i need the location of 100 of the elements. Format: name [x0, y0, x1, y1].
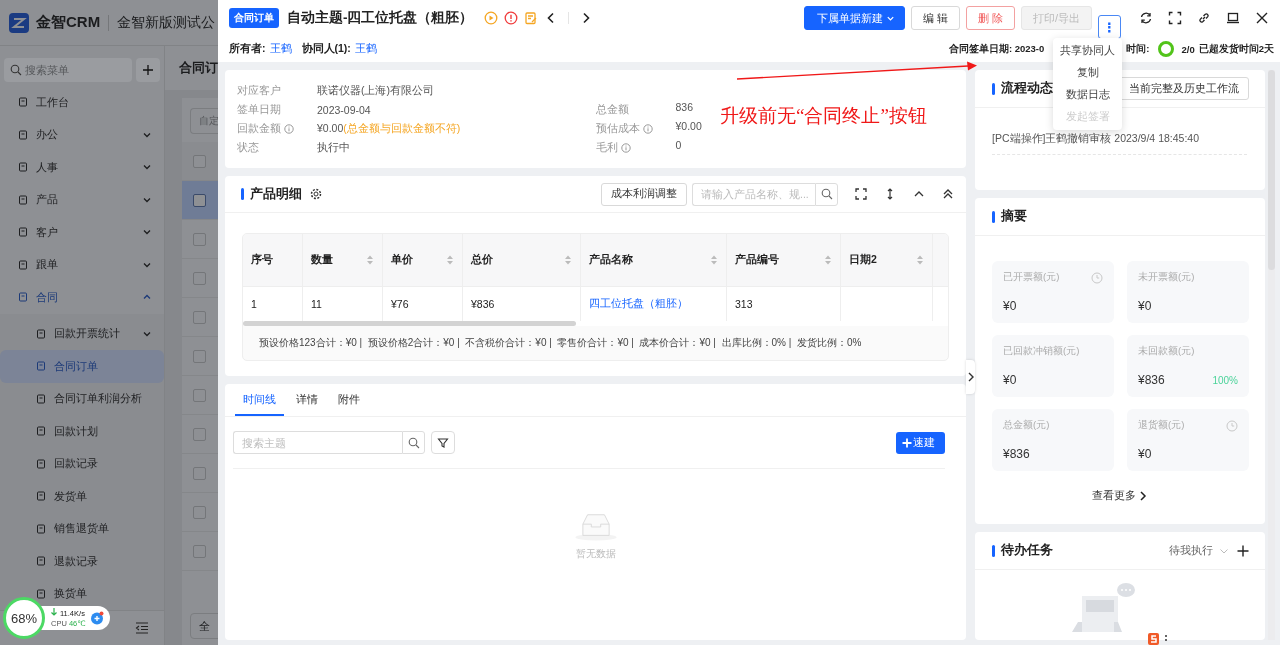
shipment-count: 2/0	[1181, 43, 1195, 55]
action-button[interactable]: 删 除	[965, 6, 1015, 30]
collapse-panel-button[interactable]	[966, 360, 975, 394]
sort-icon[interactable]	[710, 255, 718, 265]
select-all-button[interactable]: 全	[190, 613, 218, 639]
checkbox[interactable]	[193, 427, 206, 441]
menu-item[interactable]: 客户	[0, 216, 164, 249]
collapse-menu-icon[interactable]	[135, 621, 149, 635]
checkbox[interactable]	[193, 544, 206, 558]
cost-profit-adjust-button[interactable]: 成本利润调整	[601, 182, 687, 206]
stat-percent: 100%	[1212, 374, 1238, 386]
column-header: 序号	[251, 253, 273, 267]
field-value: 0	[675, 138, 682, 151]
sort-icon[interactable]	[366, 255, 374, 265]
view-more-link[interactable]: 查看更多	[1092, 489, 1148, 503]
close-icon[interactable]	[1255, 11, 1269, 25]
settings-icon[interactable]	[310, 188, 322, 200]
checkbox[interactable]	[193, 193, 206, 207]
tab[interactable]: 时间线	[235, 384, 284, 416]
submenu-item[interactable]: 回款计划	[0, 415, 164, 448]
task-filter-dropdown[interactable]: 待我执行	[1169, 543, 1229, 558]
progress-ring-icon	[1158, 41, 1175, 57]
customer-link[interactable]: 联诺仪器(上海)有限公司	[317, 83, 434, 98]
menu-option[interactable]: 复制	[1053, 62, 1122, 84]
sort-icon[interactable]	[564, 255, 572, 265]
workflow-log-entry: [PC端操作]王鹤撤销审核 2023/9/4 18:45:40	[992, 132, 1247, 155]
sort-icon[interactable]	[446, 255, 454, 265]
product-search-field[interactable]: 请输入产品名称、规...	[692, 182, 815, 206]
checkbox[interactable]	[193, 466, 206, 480]
annotation-text: 升级前无“合同终止”按钮	[720, 104, 927, 128]
owner-link[interactable]: 王鹤	[269, 42, 292, 56]
stat-value: ¥0	[1003, 373, 1017, 387]
action-button[interactable]: 下属单据新建	[803, 6, 905, 30]
sort-icon[interactable]	[824, 255, 832, 265]
play-icon[interactable]	[483, 11, 498, 25]
checkbox[interactable]	[193, 271, 206, 285]
refresh-icon[interactable]	[1139, 11, 1153, 25]
cpu-usage-badge[interactable]: 68%	[3, 597, 45, 639]
menu-item[interactable]: 人事	[0, 151, 164, 184]
stat-value: ¥0	[1138, 447, 1152, 461]
product-link[interactable]: 四工位托盘（粗胚）	[589, 297, 688, 311]
column-header: 日期2	[849, 253, 877, 267]
submenu-item[interactable]: 合同订单	[0, 350, 164, 383]
collaborator-link[interactable]: 王鹤	[354, 42, 377, 56]
checkbox[interactable]	[193, 232, 206, 246]
section-title: 产品明细	[250, 185, 302, 203]
table-cell: ¥836	[471, 298, 495, 310]
checkbox[interactable]	[193, 388, 206, 402]
checkbox[interactable]	[193, 310, 206, 324]
section-title: 流程动态	[1001, 80, 1053, 97]
search-icon[interactable]	[407, 436, 420, 449]
fullscreen-icon[interactable]	[855, 188, 867, 200]
chevron-right-icon	[1138, 491, 1148, 501]
more-button[interactable]: ⋮	[1098, 15, 1121, 39]
add-button[interactable]	[136, 58, 160, 82]
menu-search-field[interactable]: 搜索菜单	[4, 58, 132, 82]
submenu-item[interactable]: 退款记录	[0, 545, 164, 578]
scrollbar[interactable]	[243, 321, 576, 326]
field-value: 2023-09-04	[317, 103, 371, 116]
submenu-item[interactable]: 发货单	[0, 480, 164, 513]
checkbox[interactable]	[193, 505, 206, 519]
tab[interactable]: 详情	[288, 384, 326, 416]
plus-icon[interactable]	[1237, 544, 1249, 557]
laptop-icon[interactable]	[1226, 11, 1240, 25]
sign-date-text: 合同签单日期: 2023-0	[948, 42, 1045, 56]
submenu-item[interactable]: 回款开票统计	[0, 317, 164, 350]
edit-note-icon[interactable]	[523, 11, 538, 25]
checkbox[interactable]	[193, 154, 206, 168]
stat-value: ¥836	[1003, 447, 1030, 461]
link-icon[interactable]	[1197, 11, 1211, 25]
document-icon	[18, 292, 28, 303]
workflow-history-button[interactable]: 当前完整及历史工作流	[1119, 77, 1249, 100]
document-icon	[36, 361, 46, 372]
filter-button[interactable]	[431, 431, 455, 454]
menu-item[interactable]: 办公	[0, 118, 164, 151]
field-value: ¥0.00	[675, 119, 702, 132]
double-chevron-up-icon[interactable]	[942, 188, 954, 200]
fullscreen-icon[interactable]	[1168, 11, 1182, 25]
menu-option[interactable]: 数据日志	[1053, 84, 1122, 106]
field-label: 毛利	[595, 140, 676, 155]
action-button[interactable]: 编 辑	[910, 6, 960, 30]
alert-icon[interactable]	[503, 11, 518, 25]
menu-item[interactable]: 工作台	[0, 86, 164, 119]
menu-item[interactable]: 合同	[0, 281, 164, 314]
quick-create-button[interactable]: 速建	[896, 431, 945, 454]
menu-item[interactable]: 产品	[0, 183, 164, 216]
submenu-item[interactable]: 回款记录	[0, 447, 164, 480]
submenu-item[interactable]: 合同订单利润分析	[0, 382, 164, 415]
sort-icon[interactable]	[916, 255, 924, 265]
submenu-item[interactable]: 销售退货单	[0, 512, 164, 545]
column-header: 数量	[311, 253, 333, 267]
menu-option[interactable]: 共享协同人	[1053, 40, 1122, 62]
search-icon[interactable]	[820, 188, 833, 200]
tab[interactable]: 附件	[330, 384, 368, 416]
topic-search-field[interactable]: 搜索主题	[233, 431, 402, 454]
plus-circle-icon[interactable]	[89, 611, 104, 625]
document-icon	[36, 393, 46, 404]
stat-label: 已回款冲销额(元)	[1003, 345, 1080, 358]
menu-item[interactable]: 跟单	[0, 248, 164, 281]
checkbox[interactable]	[193, 349, 206, 363]
